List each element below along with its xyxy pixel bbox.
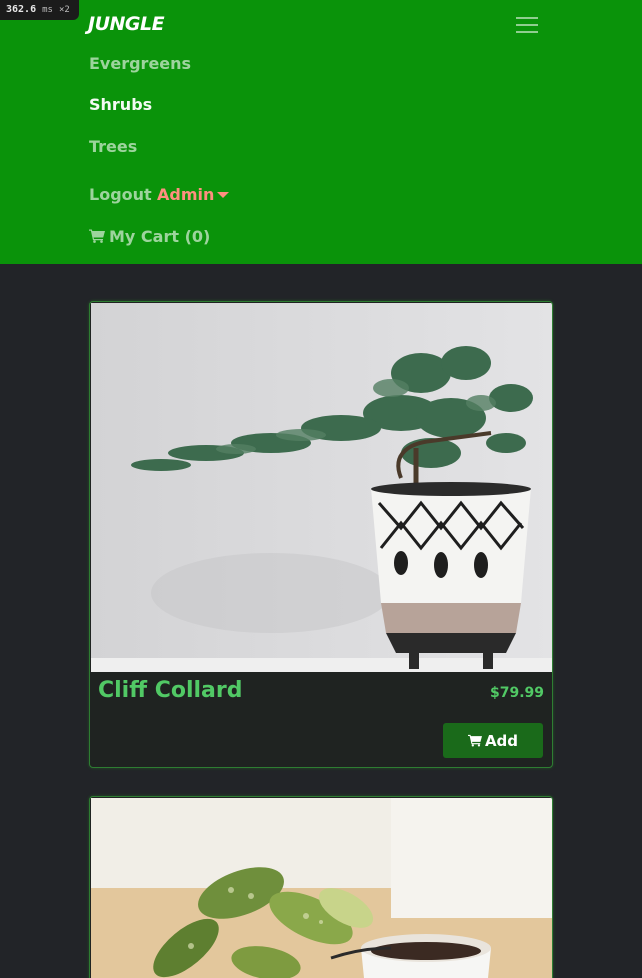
product-card — [89, 796, 553, 978]
product-card: Cliff Collard $79.99 Add — [89, 301, 553, 768]
hamburger-menu-icon[interactable] — [512, 13, 542, 37]
nav-link-trees[interactable]: Trees — [89, 137, 137, 156]
admin-label: Admin — [157, 185, 215, 204]
add-to-cart-button[interactable]: Add — [443, 723, 543, 758]
top-navbar: JUNGLE Evergreens Shrubs Trees Logout Ad… — [0, 0, 642, 264]
logout-link[interactable]: Logout — [89, 185, 152, 204]
dropdown-caret-icon — [217, 192, 229, 198]
render-time-multiplier: ×2 — [59, 5, 70, 15]
cart-icon — [89, 229, 105, 243]
admin-dropdown-toggle[interactable]: Admin — [157, 185, 229, 204]
render-time-value: 362.6 — [6, 4, 37, 15]
my-cart-label: My Cart (0) — [109, 227, 211, 246]
bonsai-plant-image — [91, 303, 552, 672]
cart-icon — [467, 734, 482, 747]
product-image[interactable] — [91, 798, 552, 978]
product-image[interactable] — [91, 303, 552, 672]
brand-logo[interactable]: JUNGLE — [88, 13, 165, 35]
pothos-plant-image — [91, 798, 552, 978]
render-time-unit: ms — [42, 5, 53, 15]
add-button-label: Add — [484, 731, 519, 750]
nav-link-evergreens[interactable]: Evergreens — [89, 54, 191, 73]
my-cart-link[interactable]: My Cart (0) — [89, 227, 210, 246]
render-time-badge: 362.6 ms ×2 — [0, 0, 79, 20]
product-name[interactable]: Cliff Collard — [98, 678, 243, 703]
nav-link-shrubs[interactable]: Shrubs — [89, 95, 152, 114]
product-price: $79.99 — [489, 685, 544, 701]
